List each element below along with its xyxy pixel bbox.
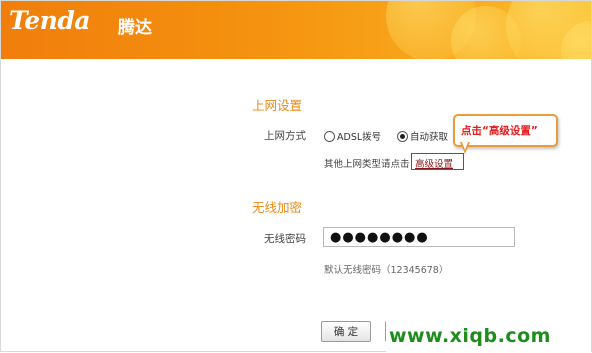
router-settings-panel: Tenda 腾达 上网设置 上网方式 ADSL拨号 自动获取 其他上网类型请点击…	[0, 0, 592, 353]
callout-tail-inner	[462, 142, 468, 150]
radio-adsl[interactable]	[324, 131, 335, 142]
ok-button[interactable]: 确 定	[321, 321, 371, 342]
radio-adsl-label[interactable]: ADSL拨号	[337, 129, 381, 143]
wireless-password-input[interactable]: ●●●●●●●●	[323, 227, 515, 247]
tenda-logo: Tenda	[9, 6, 91, 35]
connection-mode-label: 上网方式	[264, 130, 306, 142]
radio-auto[interactable]	[397, 131, 408, 142]
wireless-password-label: 无线密码	[264, 233, 306, 245]
other-types-text: 其他上网类型请点击	[324, 159, 410, 170]
radio-auto-label[interactable]: 自动获取	[410, 129, 448, 143]
wireless-security-title: 无线加密	[252, 200, 303, 215]
callout-text: 点击“高级设置”	[461, 125, 538, 137]
advanced-settings-link[interactable]: 高级设置	[415, 156, 453, 170]
internet-settings-title: 上网设置	[252, 98, 303, 113]
default-password-hint: 默认无线密码（12345678）	[324, 265, 449, 276]
tenda-logo-cn: 腾达	[118, 18, 152, 38]
radio-selected-dot	[400, 134, 405, 139]
site-watermark: www.xiqb.com	[389, 325, 551, 347]
header-bar: Tenda 腾达	[1, 1, 591, 59]
